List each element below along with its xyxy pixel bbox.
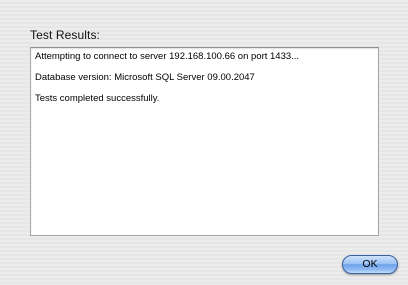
result-line: Database version: Microsoft SQL Server 0… — [35, 72, 255, 83]
test-results-dialog: Test Results: Attempting to connect to s… — [0, 0, 408, 285]
result-line: Tests completed successfully. — [35, 93, 160, 104]
test-results-heading: Test Results: — [30, 28, 100, 42]
ok-button[interactable]: OK — [342, 255, 398, 274]
result-line: Attempting to connect to server 192.168.… — [35, 51, 300, 62]
test-results-textarea[interactable]: Attempting to connect to server 192.168.… — [30, 47, 379, 236]
